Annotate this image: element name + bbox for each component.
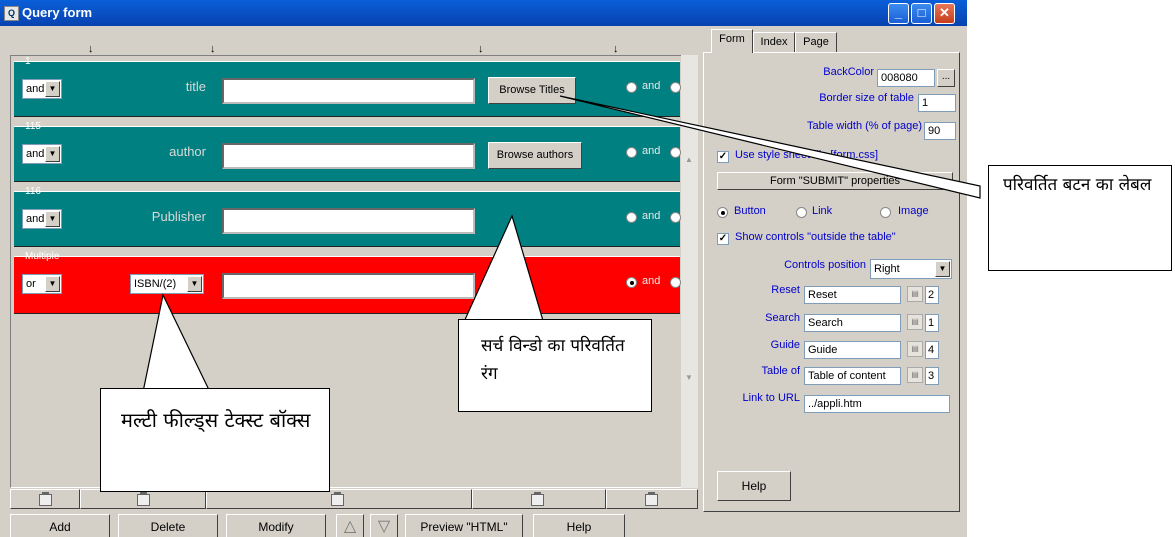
callout-pointer-search-color (462, 214, 545, 325)
callout-pointer-multi-field (142, 293, 211, 393)
callout-multi-field: मल्टी फील्ड्स टेक्स्ट बॉक्स (100, 388, 330, 492)
callout-pointer-button-label (559, 95, 981, 199)
callout-button-label: परिवर्तित बटन का लेबल (988, 165, 1172, 271)
callout-search-color: सर्च विन्डो का परिवर्तित रंग (458, 319, 652, 412)
